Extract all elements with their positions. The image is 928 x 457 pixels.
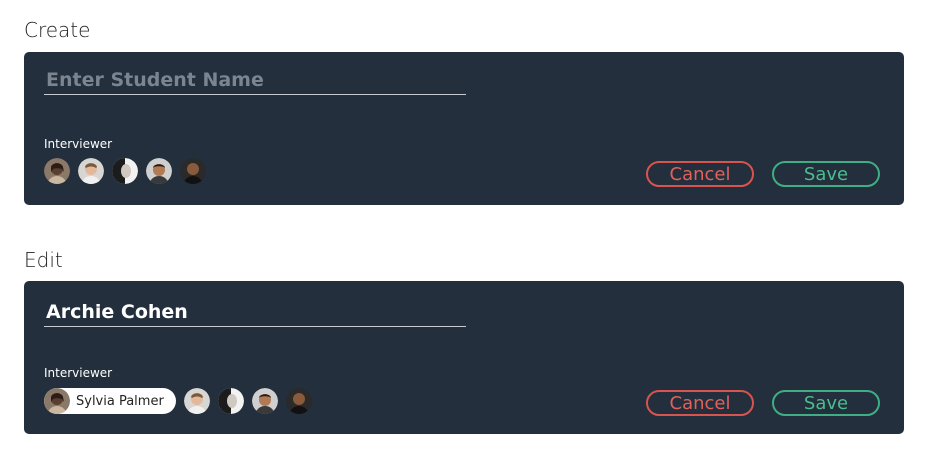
interviewer-avatar-list xyxy=(44,158,214,184)
interviewer-avatar[interactable] xyxy=(251,388,278,414)
student-name-input[interactable] xyxy=(44,301,466,327)
edit-section-title: Edit xyxy=(24,248,63,272)
interviewer-avatar[interactable] xyxy=(146,158,172,184)
interviewer-avatar-list: Sylvia Palmer xyxy=(44,388,320,414)
save-button[interactable]: Save xyxy=(772,390,880,416)
interviewer-avatar[interactable] xyxy=(180,158,206,184)
edit-card: Interviewer Sylvia Palmer Cancel Save xyxy=(24,281,904,434)
interviewer-avatar[interactable] xyxy=(183,388,210,414)
save-button[interactable]: Save xyxy=(772,161,880,187)
interviewer-avatar xyxy=(44,388,70,414)
create-section-title: Create xyxy=(24,18,91,42)
selected-interviewer-name: Sylvia Palmer xyxy=(76,393,164,409)
selected-interviewer-chip[interactable]: Sylvia Palmer xyxy=(44,388,176,414)
interviewer-label: Interviewer xyxy=(44,366,113,380)
cancel-button[interactable]: Cancel xyxy=(646,161,754,187)
interviewer-avatar[interactable] xyxy=(78,158,104,184)
interviewer-avatar[interactable] xyxy=(285,388,312,414)
interviewer-avatar[interactable] xyxy=(44,158,70,184)
interviewer-avatar[interactable] xyxy=(217,388,244,414)
create-card: Interviewer Cancel Save xyxy=(24,52,904,205)
cancel-button[interactable]: Cancel xyxy=(646,390,754,416)
student-name-input[interactable] xyxy=(44,69,466,95)
interviewer-avatar[interactable] xyxy=(112,158,138,184)
interviewer-label: Interviewer xyxy=(44,137,113,151)
